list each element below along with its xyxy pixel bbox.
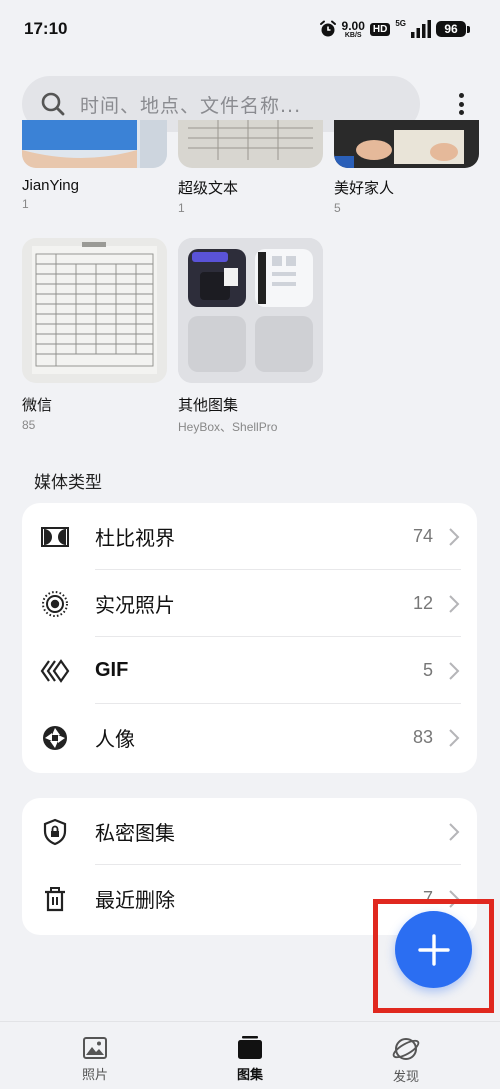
- album-count: 1: [22, 197, 29, 211]
- album-name: 微信: [22, 396, 53, 414]
- row-count: 83: [412, 727, 433, 747]
- media-types-card: 杜比视界 74 实况照片 12 GIF 5 人像 83: [22, 503, 477, 773]
- album-jianying[interactable]: JianYing 1: [22, 177, 168, 211]
- chevron-right-icon: [449, 595, 460, 613]
- album-count: HeyBox、ShellPro: [178, 420, 278, 434]
- album-name: 美好家人: [334, 179, 395, 197]
- album-count: 1: [178, 201, 185, 215]
- alarm-icon: [319, 20, 336, 37]
- add-album-button[interactable]: [395, 911, 472, 988]
- album-thumbnail-jianying[interactable]: [22, 120, 167, 168]
- album-count: 85: [22, 418, 36, 432]
- album-others[interactable]: 其他图集 HeyBox、ShellPro: [178, 238, 324, 435]
- search-placeholder: 时间、地点、文件名称...: [80, 94, 302, 117]
- media-row-dolby-vision[interactable]: 杜比视界 74: [22, 503, 477, 570]
- chevron-right-icon: [449, 662, 460, 680]
- nav-discover[interactable]: 发现: [366, 1036, 446, 1085]
- more-dot-icon: [458, 93, 464, 98]
- nav-label: 发现: [392, 1070, 419, 1085]
- media-row-live-photo[interactable]: 实况照片 12: [22, 570, 477, 637]
- album-family[interactable]: 美好家人 5: [334, 177, 480, 215]
- row-count: 74: [412, 526, 433, 546]
- discover-planet-icon: [392, 1038, 420, 1060]
- row-label: 人像: [95, 727, 135, 751]
- network-speed: 9.00 KB/S: [342, 20, 365, 39]
- nav-label: 照片: [81, 1068, 108, 1083]
- album-thumbnail-family[interactable]: [334, 120, 479, 168]
- row-label: GIF: [95, 659, 129, 681]
- search-icon: [41, 92, 65, 116]
- more-options-button[interactable]: [446, 90, 476, 118]
- album-name: 其他图集: [178, 396, 239, 414]
- more-dot-icon: [458, 110, 464, 115]
- album-thumbnail-others: [178, 238, 323, 383]
- bottom-navigation: 照片 图集 发现: [0, 1021, 500, 1089]
- portrait-aperture-icon: [40, 723, 70, 753]
- status-icons: 9.00 KB/S HD 5G 96: [319, 18, 470, 40]
- row-label: 杜比视界: [95, 526, 175, 550]
- status-time: 17:10: [24, 19, 68, 38]
- shield-lock-icon: [40, 817, 70, 847]
- album-icon: [238, 1036, 262, 1059]
- signal-icon: [411, 20, 431, 38]
- network-type: 5G: [395, 19, 406, 28]
- more-dot-icon: [458, 101, 464, 107]
- media-row-gif[interactable]: GIF 5: [22, 637, 477, 704]
- nav-label: 图集: [236, 1068, 263, 1083]
- plus-icon: [417, 933, 450, 966]
- gif-icon: [40, 656, 70, 686]
- row-count: 12: [412, 593, 433, 613]
- row-private-album[interactable]: 私密图集: [22, 798, 477, 865]
- speed-unit: KB/S: [344, 31, 362, 39]
- battery-indicator: 96: [436, 21, 470, 37]
- nav-albums[interactable]: 图集: [210, 1036, 290, 1083]
- live-photo-icon: [40, 589, 70, 619]
- row-label: 最近删除: [95, 888, 175, 912]
- nav-photos[interactable]: 照片: [55, 1036, 135, 1083]
- album-thumbnail-super-text[interactable]: [178, 120, 323, 168]
- chevron-right-icon: [449, 823, 460, 841]
- media-types-title: 媒体类型: [34, 473, 102, 493]
- row-count: 5: [422, 660, 433, 680]
- album-wechat[interactable]: 微信 85: [22, 238, 168, 432]
- album-thumbnail-wechat: [22, 238, 167, 383]
- status-bar: 17:10 9.00 KB/S HD 5G 96: [0, 0, 500, 60]
- speed-value: 9.00: [341, 18, 365, 33]
- media-row-portrait[interactable]: 人像 83: [22, 704, 477, 771]
- dolby-vision-icon: [40, 522, 70, 552]
- row-label: 私密图集: [95, 821, 175, 845]
- chevron-right-icon: [449, 729, 460, 747]
- photo-icon: [83, 1037, 107, 1059]
- album-name: 超级文本: [178, 179, 239, 197]
- album-name: JianYing: [22, 177, 79, 194]
- chevron-right-icon: [449, 528, 460, 546]
- album-count: 5: [334, 201, 341, 215]
- trash-icon: [40, 884, 70, 914]
- hd-badge: HD: [369, 22, 391, 36]
- album-super-text[interactable]: 超级文本 1: [178, 177, 324, 215]
- row-label: 实况照片: [95, 593, 175, 617]
